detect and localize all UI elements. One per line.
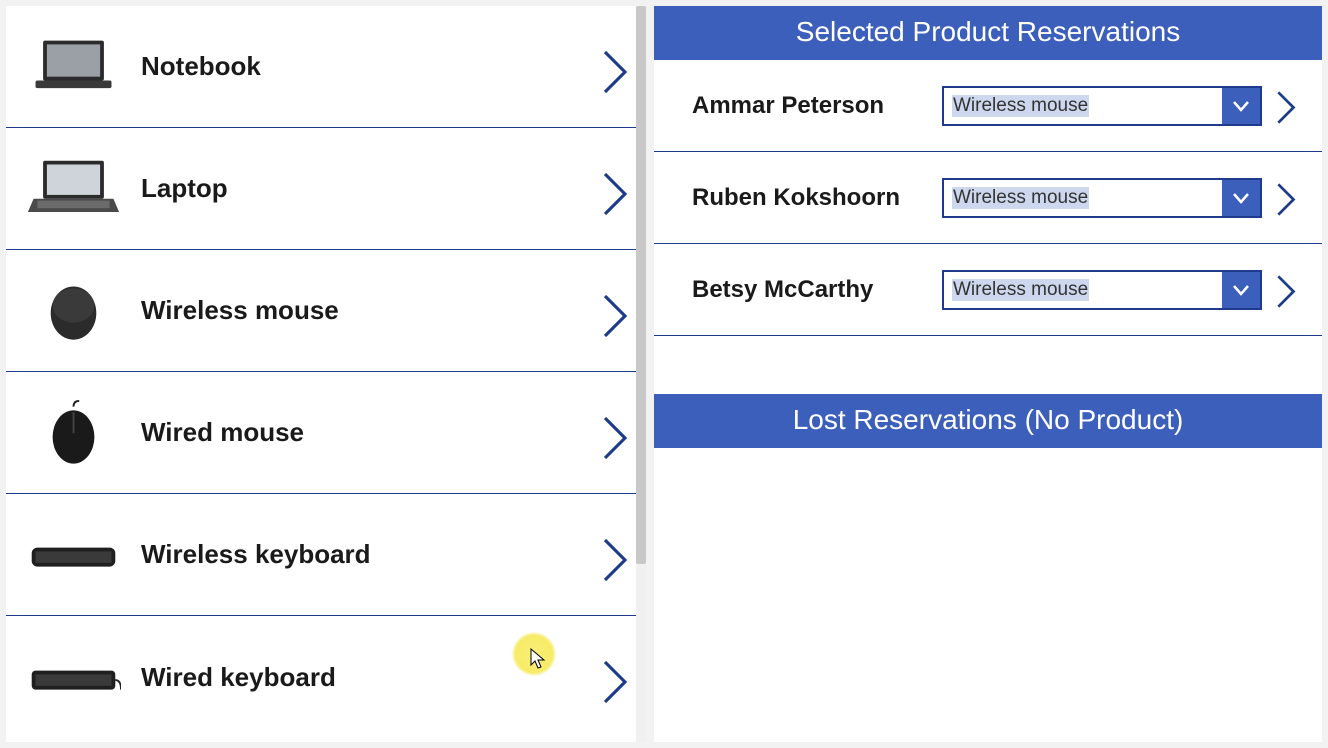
dropdown-selected-value: Wireless mouse	[944, 272, 1222, 308]
reservations-panel: Selected Product Reservations Ammar Pete…	[654, 6, 1322, 742]
chevron-down-icon[interactable]	[1222, 272, 1260, 308]
keyboard-wired-thumb	[26, 642, 121, 712]
mouse-thumb	[26, 276, 121, 346]
wired-mouse-thumb	[26, 398, 121, 468]
chevron-right-icon	[600, 291, 630, 331]
chevron-right-icon[interactable]	[1274, 88, 1300, 124]
product-row-laptop[interactable]: Laptop	[6, 128, 646, 250]
reservation-person-name: Ruben Kokshoorn	[692, 184, 942, 212]
product-list-panel: Notebook Laptop Wireless mouse	[6, 6, 646, 742]
chevron-right-icon	[600, 169, 630, 209]
notebook-thumb	[26, 32, 121, 102]
product-dropdown[interactable]: Wireless mouse	[942, 270, 1262, 310]
product-name: Wired keyboard	[141, 662, 600, 693]
product-name: Wireless mouse	[141, 295, 600, 326]
keyboard-thumb	[26, 520, 121, 590]
chevron-right-icon	[600, 413, 630, 453]
reservation-row: Betsy McCarthy Wireless mouse	[654, 244, 1322, 336]
dropdown-selected-value: Wireless mouse	[944, 88, 1222, 124]
scrollbar-thumb[interactable]	[636, 6, 646, 564]
laptop-thumb	[26, 154, 121, 224]
chevron-down-icon[interactable]	[1222, 88, 1260, 124]
reservation-person-name: Ammar Peterson	[692, 92, 942, 120]
chevron-right-icon	[600, 47, 630, 87]
product-name: Wired mouse	[141, 417, 600, 448]
reservation-row: Ammar Peterson Wireless mouse	[654, 60, 1322, 152]
selected-reservations-header: Selected Product Reservations	[654, 6, 1322, 60]
product-name: Wireless keyboard	[141, 539, 600, 570]
product-dropdown[interactable]: Wireless mouse	[942, 178, 1262, 218]
product-name: Notebook	[141, 51, 600, 82]
chevron-down-icon[interactable]	[1222, 180, 1260, 216]
product-name: Laptop	[141, 173, 600, 204]
chevron-right-icon[interactable]	[1274, 180, 1300, 216]
product-row-wired-mouse[interactable]: Wired mouse	[6, 372, 646, 494]
product-dropdown[interactable]: Wireless mouse	[942, 86, 1262, 126]
scrollbar-track[interactable]	[636, 6, 646, 742]
chevron-right-icon	[600, 535, 630, 575]
product-row-wired-keyboard[interactable]: Wired keyboard	[6, 616, 646, 738]
dropdown-selected-value: Wireless mouse	[944, 180, 1222, 216]
product-row-wireless-keyboard[interactable]: Wireless keyboard	[6, 494, 646, 616]
reservation-person-name: Betsy McCarthy	[692, 276, 942, 304]
reservation-row: Ruben Kokshoorn Wireless mouse	[654, 152, 1322, 244]
product-row-wireless-mouse[interactable]: Wireless mouse	[6, 250, 646, 372]
product-row-notebook[interactable]: Notebook	[6, 6, 646, 128]
chevron-right-icon[interactable]	[1274, 272, 1300, 308]
lost-reservations-header: Lost Reservations (No Product)	[654, 394, 1322, 448]
chevron-right-icon	[600, 657, 630, 697]
